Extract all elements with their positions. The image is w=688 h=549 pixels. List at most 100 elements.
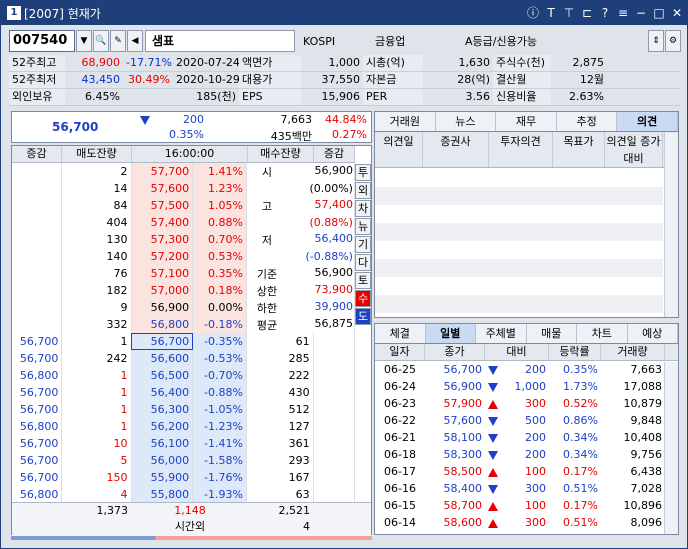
info-label[interactable]: 주식수(천)	[493, 55, 551, 71]
ask-price[interactable]: 57,700	[131, 163, 194, 180]
bid-price[interactable]: 56,200	[131, 418, 194, 435]
info-label[interactable]: 신용비율	[493, 89, 551, 105]
link-icon[interactable]: ⊏	[579, 5, 595, 21]
info-label[interactable]: 시총(억)	[363, 55, 423, 71]
daily-row[interactable]: 06-16 58,400 300 0.51% 7,028	[375, 480, 665, 497]
menu-icon[interactable]: ≡	[615, 5, 631, 21]
bid-price[interactable]: 56,300	[131, 401, 194, 418]
bid-row[interactable]: 56,700 10 56,100 -1.41% 361	[12, 435, 356, 452]
info-label[interactable]: 외인보유	[9, 89, 65, 105]
daily-row[interactable]: 06-18 58,300 200 0.34% 9,756	[375, 446, 665, 463]
ask-row[interactable]: 14 57,600 1.23% (0.00%)	[12, 180, 356, 197]
info-label[interactable]: 52주최고	[9, 55, 65, 71]
bid-row[interactable]: 56,800 1 56,500 -0.70% 222	[12, 367, 356, 384]
bid-price[interactable]: 55,900	[131, 469, 194, 486]
daily-row[interactable]: 06-22 57,600 500 0.86% 9,848	[375, 412, 665, 429]
daily-row[interactable]: 06-25 56,700 200 0.35% 7,663	[375, 361, 665, 378]
vtab[interactable]: 도	[355, 308, 371, 325]
speaker-icon[interactable]: ◀	[127, 30, 143, 52]
minimize-icon[interactable]: −	[633, 5, 649, 21]
tab-daily[interactable]: 주체별	[476, 324, 527, 343]
ask-row[interactable]: 332 56,800 -0.18% 평균 56,875	[12, 316, 356, 333]
ask-row[interactable]: 84 57,500 1.05% 고 57,400	[12, 197, 356, 214]
ask-price[interactable]: 57,200	[131, 248, 194, 265]
tab-daily[interactable]: 매물	[526, 324, 577, 343]
bid-row[interactable]: 56,700 1 56,400 -0.88% 430	[12, 384, 356, 401]
pin-icon[interactable]: ⊤	[561, 5, 577, 21]
tab-right[interactable]: 거래원	[375, 112, 436, 131]
info-label[interactable]: EPS	[239, 89, 301, 105]
tab-right[interactable]: 의견	[617, 112, 678, 131]
ask-price[interactable]: 57,400	[131, 214, 194, 231]
ask-price[interactable]: 57,600	[131, 180, 194, 197]
bid-price[interactable]: 56,600	[131, 350, 194, 367]
ask-price[interactable]: 56,800	[131, 316, 194, 333]
bid-row[interactable]: 56,700 242 56,600 -0.53% 285	[12, 350, 356, 367]
settings-icon[interactable]: ⚙	[665, 30, 681, 52]
daily-scrollbar[interactable]	[664, 362, 678, 534]
ask-price[interactable]: 57,100	[131, 265, 194, 282]
vtab[interactable]: 뉴	[355, 218, 371, 235]
bid-row[interactable]: 56,700 5 56,000 -1.58% 293	[12, 452, 356, 469]
search-icon[interactable]: 🔍	[93, 30, 109, 52]
vtab[interactable]: 수	[355, 290, 371, 307]
info-label[interactable]: 자본금	[363, 72, 423, 88]
daily-row[interactable]: 06-23 57,900 300 0.52% 10,879	[375, 395, 665, 412]
stock-code-input[interactable]: 007540	[9, 30, 75, 52]
close-icon[interactable]: ✕	[669, 5, 685, 21]
bid-row[interactable]: 56,800 1 56,200 -1.23% 127	[12, 418, 356, 435]
ask-row[interactable]: 76 57,100 0.35% 기준 56,900	[12, 265, 356, 282]
vtab[interactable]: 다	[355, 254, 371, 271]
info-label[interactable]: 결산월	[493, 72, 551, 88]
tab-right[interactable]: 재무	[496, 112, 557, 131]
ask-price[interactable]: 57,500	[131, 197, 194, 214]
daily-row[interactable]: 06-24 56,900 1,000 1.73% 17,088	[375, 378, 665, 395]
tool-icon[interactable]: ✎	[110, 30, 126, 52]
tab-daily[interactable]: 체결	[375, 324, 426, 343]
bid-price[interactable]: 56,000	[131, 452, 194, 469]
ask-row[interactable]: 2 57,700 1.41% 시 56,900	[12, 163, 356, 180]
bid-price[interactable]: 56,500	[131, 367, 194, 384]
info-label[interactable]: 액면가	[239, 55, 301, 71]
vtab[interactable]: 외	[355, 182, 371, 199]
bid-row[interactable]: 56,700 150 55,900 -1.76% 167	[12, 469, 356, 486]
tab-daily[interactable]: 일별	[425, 324, 476, 343]
text-icon[interactable]: T	[543, 5, 559, 21]
bid-price[interactable]: 56,100	[131, 435, 194, 452]
ask-price[interactable]: 56,900	[131, 299, 194, 316]
daily-row[interactable]: 06-17 58,500 100 0.17% 6,438	[375, 463, 665, 480]
tab-right[interactable]: 추정	[556, 112, 618, 131]
help-icon[interactable]: ?	[597, 5, 613, 21]
bid-row[interactable]: 56,700 1 56,300 -1.05% 512	[12, 401, 356, 418]
bid-price[interactable]: 56,400	[131, 384, 194, 401]
ask-row[interactable]: 404 57,400 0.88% (0.88%)	[12, 214, 356, 231]
ask-row[interactable]: 140 57,200 0.53% (-0.88%)	[12, 248, 356, 265]
bid-row[interactable]: 56,700 1 56,700 -0.35% 61	[12, 333, 356, 350]
vtab[interactable]: 차	[355, 200, 371, 217]
bid-row[interactable]: 56,800 4 55,800 -1.93% 63	[12, 486, 356, 503]
maximize-icon[interactable]: □	[651, 5, 667, 21]
info-label[interactable]: 대용가	[239, 72, 301, 88]
bid-price[interactable]: 56,700	[131, 333, 194, 350]
info-label[interactable]: PER	[363, 89, 423, 105]
vtab[interactable]: 투	[355, 164, 371, 181]
ask-row[interactable]: 130 57,300 0.70% 저 56,400	[12, 231, 356, 248]
daily-row[interactable]: 06-21 58,100 200 0.34% 10,408	[375, 429, 665, 446]
info-icon[interactable]: ⓘ	[525, 5, 541, 21]
ask-row[interactable]: 182 57,000 0.18% 상한 73,900	[12, 282, 356, 299]
tab-daily[interactable]: 예상	[627, 324, 678, 343]
dropdown-icon[interactable]: ▼	[76, 30, 92, 52]
daily-row[interactable]: 06-15 58,700 100 0.17% 10,896	[375, 497, 665, 514]
vtab[interactable]: 기	[355, 236, 371, 253]
ask-price[interactable]: 57,300	[131, 231, 194, 248]
vtab[interactable]: 토	[355, 272, 371, 289]
opinion-scrollbar[interactable]	[664, 133, 678, 317]
daily-row[interactable]: 06-14 58,600 300 0.51% 8,096	[375, 514, 665, 531]
stepper-icon[interactable]: ⇕	[648, 30, 664, 52]
tab-daily[interactable]: 차트	[577, 324, 628, 343]
ask-price[interactable]: 57,000	[131, 282, 194, 299]
info-label[interactable]: 52주최저	[9, 72, 65, 88]
tab-right[interactable]: 뉴스	[435, 112, 497, 131]
bid-price[interactable]: 55,800	[131, 486, 194, 503]
ask-row[interactable]: 9 56,900 0.00% 하한 39,900	[12, 299, 356, 316]
